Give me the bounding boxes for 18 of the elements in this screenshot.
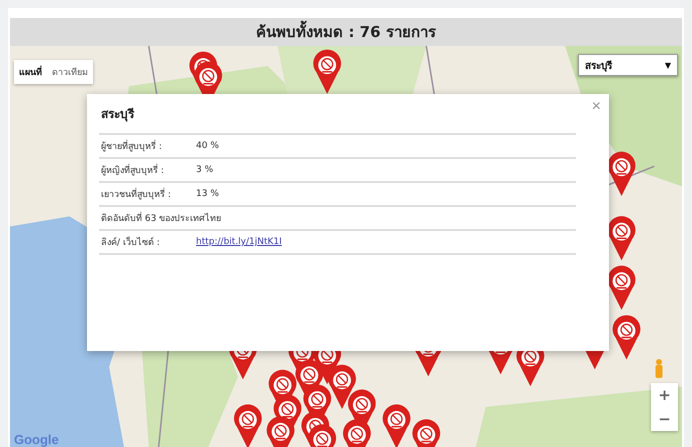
field-label: ผู้หญิงที่สูบบุหรี่ :	[101, 163, 196, 177]
rank-text: ติดอันดับที่ 63 ของประเทศไทย	[101, 211, 222, 225]
map-type-tab[interactable]: แผนที่	[14, 60, 47, 84]
results-title: ค้นพบทั้งหมด : 76 รายการ	[10, 18, 682, 46]
map-logo: Google	[14, 432, 59, 447]
zoom-button[interactable]: +	[651, 383, 678, 407]
field-label: เยาวชนที่สูบบุหรี่ :	[101, 187, 196, 201]
map-type-tab[interactable]: ดาวเทียม	[47, 60, 93, 84]
field-value: 13 %	[196, 189, 219, 199]
zoom-button[interactable]: −	[651, 407, 678, 431]
person-icon[interactable]	[654, 359, 664, 379]
field-value: 40 %	[196, 141, 219, 151]
website-link[interactable]: http://bit.ly/1jNtK1I	[196, 237, 282, 247]
province-dropdown[interactable]: สระบุรี ▼	[578, 54, 678, 76]
field-label: ผู้ชายที่สูบบุหรี่ :	[101, 139, 196, 153]
field-value: 3 %	[196, 165, 214, 175]
popup-title: สระบุรี	[100, 106, 136, 124]
field-label: ลิงค์/ เว็บไซต์ :	[101, 236, 161, 249]
